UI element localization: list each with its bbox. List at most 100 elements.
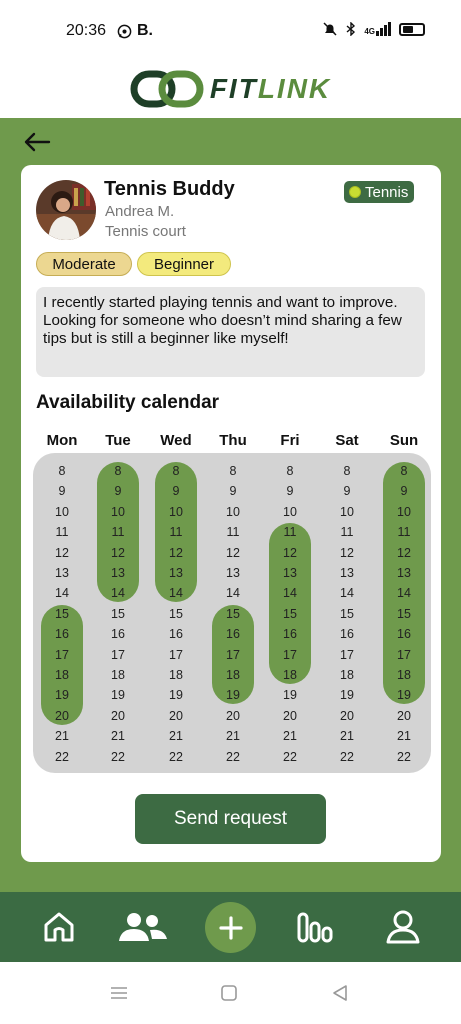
hour-cell[interactable]: 14 [148, 586, 205, 600]
hour-cell[interactable]: 20 [319, 709, 376, 723]
hour-cell[interactable]: 15 [34, 607, 91, 621]
hour-cell[interactable]: 13 [376, 566, 433, 580]
send-request-button[interactable]: Send request [135, 794, 326, 844]
hour-cell[interactable]: 22 [148, 750, 205, 764]
hour-cell[interactable]: 20 [90, 709, 147, 723]
hour-cell[interactable]: 14 [319, 586, 376, 600]
hour-cell[interactable]: 18 [148, 668, 205, 682]
hour-cell[interactable]: 16 [148, 627, 205, 641]
hour-cell[interactable]: 8 [262, 464, 319, 478]
hour-cell[interactable]: 17 [34, 648, 91, 662]
hour-cell[interactable]: 11 [34, 525, 91, 539]
hour-cell[interactable]: 19 [90, 688, 147, 702]
hour-cell[interactable]: 9 [319, 484, 376, 498]
hour-cell[interactable]: 16 [34, 627, 91, 641]
hour-cell[interactable]: 19 [319, 688, 376, 702]
hour-cell[interactable]: 18 [319, 668, 376, 682]
hour-cell[interactable]: 17 [376, 648, 433, 662]
hour-cell[interactable]: 20 [205, 709, 262, 723]
hour-cell[interactable]: 19 [205, 688, 262, 702]
hour-cell[interactable]: 13 [319, 566, 376, 580]
hour-cell[interactable]: 15 [319, 607, 376, 621]
hour-cell[interactable]: 11 [205, 525, 262, 539]
hour-cell[interactable]: 10 [205, 505, 262, 519]
back-button[interactable] [20, 128, 54, 156]
hour-cell[interactable]: 18 [34, 668, 91, 682]
nav-profile[interactable] [382, 892, 424, 962]
hour-cell[interactable]: 10 [90, 505, 147, 519]
hour-cell[interactable]: 11 [90, 525, 147, 539]
hour-cell[interactable]: 17 [319, 648, 376, 662]
hour-cell[interactable]: 21 [319, 729, 376, 743]
hour-cell[interactable]: 12 [90, 546, 147, 560]
hour-cell[interactable]: 8 [319, 464, 376, 478]
hour-cell[interactable]: 14 [376, 586, 433, 600]
hour-cell[interactable]: 21 [205, 729, 262, 743]
hour-cell[interactable]: 17 [90, 648, 147, 662]
hour-cell[interactable]: 22 [319, 750, 376, 764]
hour-cell[interactable]: 12 [205, 546, 262, 560]
hour-cell[interactable]: 11 [319, 525, 376, 539]
hour-cell[interactable]: 14 [205, 586, 262, 600]
hour-cell[interactable]: 10 [34, 505, 91, 519]
hour-cell[interactable]: 21 [148, 729, 205, 743]
hour-cell[interactable]: 22 [262, 750, 319, 764]
hour-cell[interactable]: 9 [148, 484, 205, 498]
hour-cell[interactable]: 22 [34, 750, 91, 764]
hour-cell[interactable]: 13 [262, 566, 319, 580]
hour-cell[interactable]: 16 [319, 627, 376, 641]
hour-cell[interactable]: 8 [205, 464, 262, 478]
hour-cell[interactable]: 11 [376, 525, 433, 539]
hour-cell[interactable]: 15 [262, 607, 319, 621]
hour-cell[interactable]: 13 [205, 566, 262, 580]
hour-cell[interactable]: 14 [262, 586, 319, 600]
hour-cell[interactable]: 15 [90, 607, 147, 621]
hour-cell[interactable]: 10 [148, 505, 205, 519]
hour-cell[interactable]: 8 [34, 464, 91, 478]
hour-cell[interactable]: 14 [90, 586, 147, 600]
hour-cell[interactable]: 19 [376, 688, 433, 702]
hour-cell[interactable]: 18 [376, 668, 433, 682]
hour-cell[interactable]: 22 [90, 750, 147, 764]
hour-cell[interactable]: 13 [34, 566, 91, 580]
back-system-button[interactable] [325, 980, 355, 1006]
hour-cell[interactable]: 12 [34, 546, 91, 560]
hour-cell[interactable]: 22 [376, 750, 433, 764]
hour-cell[interactable]: 18 [90, 668, 147, 682]
hour-cell[interactable]: 13 [90, 566, 147, 580]
hour-cell[interactable]: 15 [205, 607, 262, 621]
hour-cell[interactable]: 16 [205, 627, 262, 641]
hour-cell[interactable]: 12 [376, 546, 433, 560]
hour-cell[interactable]: 19 [148, 688, 205, 702]
hour-cell[interactable]: 8 [90, 464, 147, 478]
hour-cell[interactable]: 8 [376, 464, 433, 478]
hour-cell[interactable]: 12 [262, 546, 319, 560]
hour-cell[interactable]: 20 [34, 709, 91, 723]
hour-cell[interactable]: 20 [262, 709, 319, 723]
hour-cell[interactable]: 21 [34, 729, 91, 743]
hour-cell[interactable]: 19 [262, 688, 319, 702]
hour-cell[interactable]: 9 [376, 484, 433, 498]
hour-cell[interactable]: 16 [90, 627, 147, 641]
hour-cell[interactable]: 18 [205, 668, 262, 682]
hour-cell[interactable]: 10 [319, 505, 376, 519]
hour-cell[interactable]: 13 [148, 566, 205, 580]
hour-cell[interactable]: 10 [262, 505, 319, 519]
nav-stats[interactable] [294, 892, 336, 962]
hour-cell[interactable]: 15 [376, 607, 433, 621]
hour-cell[interactable]: 11 [148, 525, 205, 539]
hour-cell[interactable]: 9 [262, 484, 319, 498]
nav-home[interactable] [36, 892, 82, 962]
hour-cell[interactable]: 18 [262, 668, 319, 682]
hour-cell[interactable]: 21 [376, 729, 433, 743]
hour-cell[interactable]: 21 [90, 729, 147, 743]
hour-cell[interactable]: 12 [319, 546, 376, 560]
hour-cell[interactable]: 19 [34, 688, 91, 702]
hour-cell[interactable]: 11 [262, 525, 319, 539]
hour-cell[interactable]: 15 [148, 607, 205, 621]
hour-cell[interactable]: 17 [205, 648, 262, 662]
hour-cell[interactable]: 16 [376, 627, 433, 641]
hour-cell[interactable]: 17 [148, 648, 205, 662]
nav-add-button[interactable] [205, 902, 256, 953]
hour-cell[interactable]: 10 [376, 505, 433, 519]
